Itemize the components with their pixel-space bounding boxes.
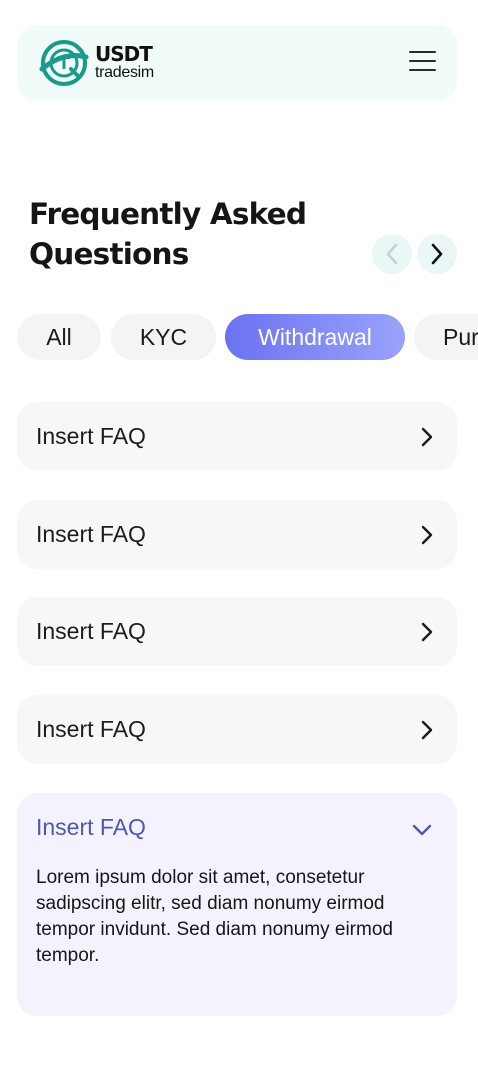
faq-item[interactable]: Insert FAQ — [17, 597, 457, 666]
faq-question: Insert FAQ — [36, 716, 146, 742]
top-header: USDT tradesim — [17, 25, 457, 101]
chevron-right-icon — [421, 622, 433, 642]
faq-item[interactable]: Insert FAQ — [17, 500, 457, 569]
category-chip-label: KYC — [139, 323, 188, 350]
chevron-right-icon — [421, 525, 433, 545]
faq-question: Insert FAQ — [36, 521, 146, 547]
category-chip-label: All — [46, 323, 72, 350]
category-chip-label: Pur — [443, 323, 478, 350]
chevron-left-icon — [386, 243, 398, 265]
faq-question[interactable]: Insert FAQ — [36, 793, 146, 862]
page-title-line2: Questions — [29, 237, 189, 271]
faq-answer: Lorem ipsum dolor sit amet, consetetur s… — [36, 867, 393, 966]
faq-item[interactable]: Insert FAQ — [17, 402, 457, 471]
usdt-logo-icon — [39, 40, 89, 86]
category-chip-label: Withdrawal — [258, 323, 372, 350]
logo-usdt-text: USDT — [95, 42, 153, 66]
faq-item-expanded: Insert FAQ Lorem ipsum dolor sit amet, c… — [17, 793, 457, 1016]
usdt-tradesim-logo[interactable]: USDT tradesim — [39, 39, 169, 87]
carousel-next-button[interactable] — [417, 234, 457, 274]
category-chip-withdrawal[interactable]: Withdrawal — [225, 314, 405, 360]
faq-item[interactable]: Insert FAQ — [17, 695, 457, 764]
category-filter-bar: All KYC Withdrawal Pur — [0, 314, 478, 362]
chevron-right-icon — [421, 720, 433, 740]
chevron-right-icon — [421, 427, 433, 447]
page-title: Frequently Asked Questions — [29, 194, 349, 274]
chevron-down-icon[interactable] — [411, 823, 433, 837]
chevron-right-icon — [431, 243, 443, 265]
category-chip-kyc[interactable]: KYC — [111, 314, 216, 360]
faq-question: Insert FAQ — [36, 423, 146, 449]
logo-tradesim-text: tradesim — [95, 64, 154, 81]
category-chip-all[interactable]: All — [17, 314, 101, 360]
category-chip-purchase[interactable]: Pur — [414, 314, 478, 360]
carousel-prev-button[interactable] — [372, 234, 412, 274]
faq-question: Insert FAQ — [36, 618, 146, 644]
hamburger-menu-icon[interactable] — [409, 51, 437, 73]
page-title-line1: Frequently Asked — [29, 197, 307, 231]
